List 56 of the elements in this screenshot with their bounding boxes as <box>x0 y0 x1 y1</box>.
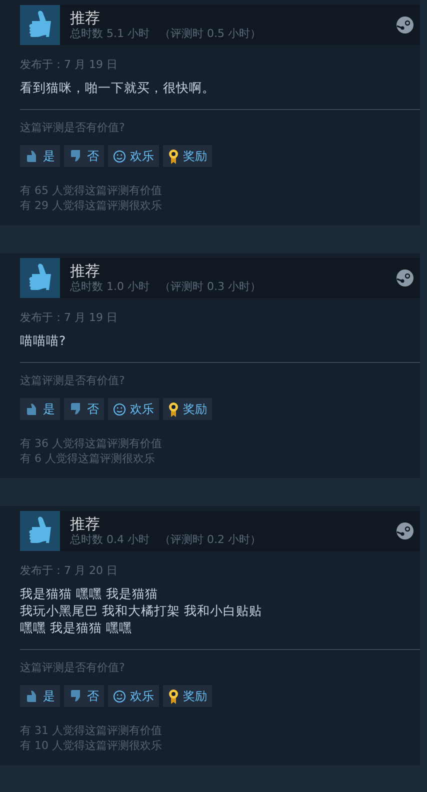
award-button[interactable]: 奖励 <box>163 145 212 167</box>
thumbs-up-icon <box>20 511 60 551</box>
review-playtime: （评测时 0.2 小时） <box>160 533 261 547</box>
award-button[interactable]: 奖励 <box>163 685 212 707</box>
yes-button[interactable]: 是 <box>20 398 60 420</box>
smiley-icon <box>113 150 126 162</box>
award-icon <box>168 402 179 416</box>
thumbs-up-icon <box>25 403 39 415</box>
thumbs-down-icon <box>69 403 83 415</box>
smiley-icon <box>113 690 126 702</box>
vote-count: 有 31 人觉得这篇评测有价值 <box>20 723 162 738</box>
posted-date: 发布于：7 月 19 日 <box>20 57 118 72</box>
review-text: 嘿嘿 我是猫猫 嘿嘿 <box>20 619 132 636</box>
vote-count: 有 36 人觉得这篇评测有价值 <box>20 436 162 451</box>
vote-count: 有 10 人觉得这篇评测很欢乐 <box>20 738 162 753</box>
vote-count: 有 6 人觉得这篇评测很欢乐 <box>20 451 155 466</box>
review-text: 我玩小黑尾巴 我和大橘打架 我和小白贴贴 <box>20 602 262 619</box>
review-playtime: （评测时 0.5 小时） <box>160 27 261 41</box>
review-playtime: （评测时 0.3 小时） <box>160 280 261 294</box>
funny-button[interactable]: 欢乐 <box>108 685 159 707</box>
review-text: 喵喵喵? <box>20 332 66 349</box>
no-button[interactable]: 否 <box>64 145 104 167</box>
playtime: 总时数 0.4 小时 <box>70 533 150 547</box>
funny-button[interactable]: 欢乐 <box>108 398 159 420</box>
thumbs-up-icon <box>20 258 60 298</box>
thumbs-down-icon <box>69 150 83 162</box>
playtime: 总时数 5.1 小时 <box>70 27 150 41</box>
vote-count: 有 65 人觉得这篇评测有价值 <box>20 183 162 198</box>
posted-date: 发布于：7 月 19 日 <box>20 310 118 325</box>
smiley-icon <box>113 402 126 416</box>
award-icon <box>168 148 179 164</box>
yes-button[interactable]: 是 <box>20 145 60 167</box>
no-button[interactable]: 否 <box>64 685 104 707</box>
review-verdict: 推荐 <box>70 515 101 533</box>
award-button[interactable]: 奖励 <box>163 398 212 420</box>
funny-button[interactable]: 欢乐 <box>108 145 159 167</box>
review-text: 我是猫猫 嘿嘿 我是猫猫 <box>20 585 158 602</box>
vote-count: 有 29 人觉得这篇评测很欢乐 <box>20 198 162 213</box>
thumbs-up-icon <box>20 5 60 45</box>
review-text: 看到猫咪，啪一下就买，很快啊。 <box>20 79 215 96</box>
no-button[interactable]: 否 <box>64 398 104 420</box>
steam-icon <box>396 269 414 287</box>
thumbs-up-icon <box>25 150 39 162</box>
award-icon <box>168 688 179 704</box>
posted-date: 发布于：7 月 20 日 <box>20 563 118 578</box>
helpful-question: 这篇评测是否有价值? <box>20 660 125 675</box>
yes-button[interactable]: 是 <box>20 685 60 707</box>
review-verdict: 推荐 <box>70 9 101 27</box>
thumbs-up-icon <box>25 690 39 702</box>
helpful-question: 这篇评测是否有价值? <box>20 373 125 388</box>
playtime: 总时数 1.0 小时 <box>70 280 150 294</box>
steam-icon <box>396 522 414 540</box>
thumbs-down-icon <box>69 690 83 702</box>
review-verdict: 推荐 <box>70 262 101 280</box>
helpful-question: 这篇评测是否有价值? <box>20 120 125 135</box>
steam-icon <box>396 16 414 34</box>
